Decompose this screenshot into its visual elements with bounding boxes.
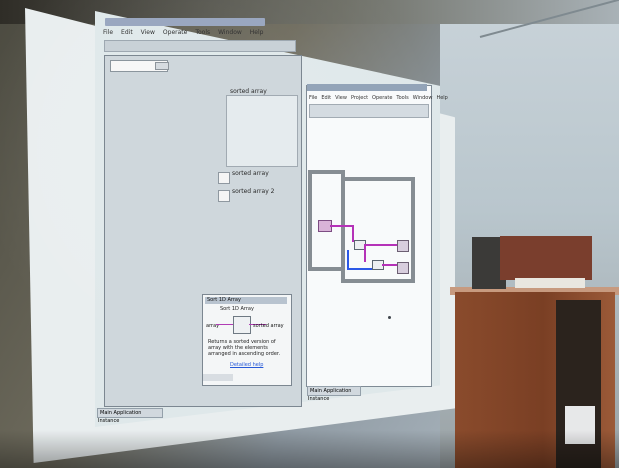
bd-menu-edit[interactable]: Edit bbox=[321, 95, 331, 101]
array-label: sorted array bbox=[230, 88, 267, 95]
block-diagram-status: Main Application Instance bbox=[307, 386, 361, 402]
context-help-title: Sort 1D Array bbox=[205, 297, 287, 304]
help-input-wire bbox=[216, 324, 233, 325]
menu-tools[interactable]: Tools bbox=[195, 29, 210, 36]
wire-segment-3 bbox=[364, 244, 397, 246]
array-display bbox=[226, 95, 298, 167]
front-panel-status: Main Application Instance bbox=[97, 408, 163, 424]
sort-node-icon bbox=[233, 316, 251, 334]
help-description: Returns a sorted version of array with t… bbox=[208, 339, 281, 357]
bd-menu-window[interactable]: Window bbox=[413, 95, 433, 101]
bd-menu-operate[interactable]: Operate bbox=[372, 95, 392, 101]
bd-menu-view[interactable]: View bbox=[335, 95, 347, 101]
bd-menu-file[interactable]: File bbox=[309, 95, 317, 101]
help-output-label: sorted array bbox=[253, 323, 284, 329]
floor-shadow bbox=[0, 430, 619, 468]
array-control-button[interactable] bbox=[155, 62, 169, 70]
menu-help[interactable]: Help bbox=[250, 29, 264, 36]
sorted-array-2-indicator-icon bbox=[218, 190, 230, 202]
bd-menu-tools[interactable]: Tools bbox=[396, 95, 408, 101]
block-diagram-toolbar[interactable] bbox=[309, 104, 429, 118]
menu-window[interactable]: Window bbox=[218, 29, 242, 36]
menu-view[interactable]: View bbox=[141, 29, 155, 36]
sorted-array-indicator-icon bbox=[218, 172, 230, 184]
output-terminal-2-icon bbox=[397, 262, 409, 274]
menu-file[interactable]: File bbox=[103, 29, 113, 36]
bd-menu-project[interactable]: Project bbox=[351, 95, 368, 101]
front-panel-toolbar[interactable] bbox=[104, 40, 296, 52]
menu-edit[interactable]: Edit bbox=[121, 29, 133, 36]
detailed-help-link[interactable]: Detailed help bbox=[230, 362, 263, 368]
blue-wire-2 bbox=[347, 268, 372, 270]
wire-segment-4 bbox=[364, 246, 366, 262]
menu-operate[interactable]: Operate bbox=[163, 29, 187, 36]
front-panel-menubar: File Edit View Operate Tools Window Help bbox=[103, 28, 291, 37]
block-diagram-menubar: File Edit View Project Operate Tools Win… bbox=[309, 93, 448, 103]
wire-segment-2 bbox=[352, 226, 354, 242]
brown-box bbox=[500, 236, 592, 280]
sorted-array-label: sorted array bbox=[232, 170, 269, 177]
wire-segment-5 bbox=[382, 264, 397, 266]
white-tray bbox=[515, 278, 585, 288]
mouse-cursor-icon bbox=[388, 316, 391, 319]
front-panel-titlebar bbox=[105, 18, 265, 26]
sorted-array-2-label: sorted array 2 bbox=[232, 188, 275, 195]
bd-menu-help[interactable]: Help bbox=[436, 95, 447, 101]
help-toolbar[interactable] bbox=[203, 374, 233, 381]
block-diagram-titlebar bbox=[307, 84, 427, 91]
wire-segment-1 bbox=[330, 225, 354, 227]
output-terminal-1-icon bbox=[397, 240, 409, 252]
context-help-heading: Sort 1D Array bbox=[220, 306, 254, 312]
blue-wire-1 bbox=[347, 250, 349, 270]
